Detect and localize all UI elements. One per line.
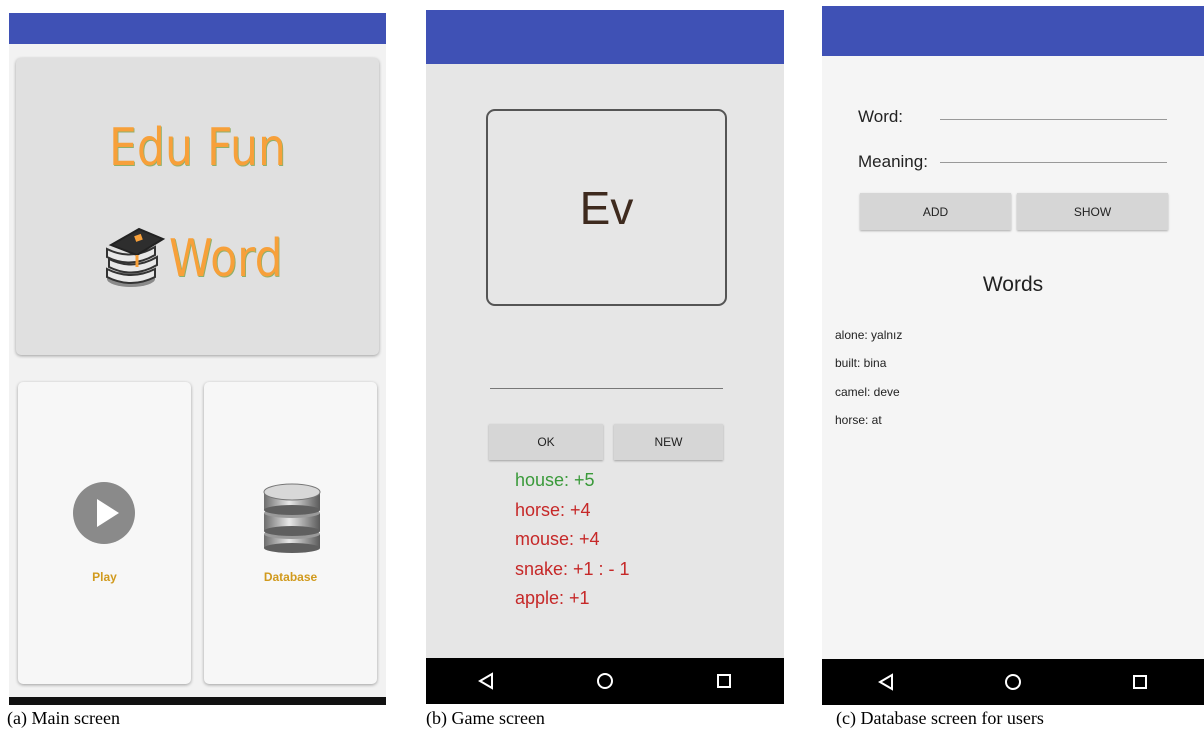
score-item: house: +5 — [515, 470, 595, 490]
back-icon[interactable] — [866, 667, 906, 697]
current-word: Ev — [486, 109, 727, 306]
app-bar — [426, 10, 784, 64]
word-input[interactable] — [940, 119, 1167, 120]
navigation-bar — [426, 658, 784, 704]
caption-database-screen: (c) Database screen for users — [836, 708, 1044, 728]
list-item: built: bina — [835, 356, 887, 371]
logo-title: Edu Fun — [108, 118, 287, 178]
score-item: apple: +1 — [515, 588, 590, 608]
list-item: camel: deve — [835, 384, 900, 399]
database-label: Database — [263, 570, 318, 584]
list-item: horse: at — [835, 412, 882, 427]
show-button[interactable]: SHOW — [1017, 193, 1168, 230]
answer-input[interactable] — [490, 388, 723, 389]
app-bar — [822, 6, 1204, 56]
play-icon — [72, 481, 136, 550]
score-item: mouse: +4 — [515, 529, 600, 549]
bottom-strip — [9, 697, 386, 705]
meaning-input[interactable] — [940, 162, 1167, 163]
navigation-bar — [822, 659, 1204, 705]
list-item: alone: yalnız — [835, 328, 903, 342]
caption-main-screen: (a) Main screen — [7, 708, 120, 728]
recents-icon[interactable] — [1120, 667, 1160, 697]
books-icon — [103, 221, 167, 296]
add-button[interactable]: ADD — [860, 193, 1011, 230]
main-screen: Edu Fun Word Play Database — [9, 13, 386, 705]
word-list: alone: yalnız built: bina camel: deve ho… — [835, 321, 902, 434]
logo-card: Edu Fun Word — [16, 58, 379, 355]
words-title: Words — [982, 273, 1044, 296]
recents-icon[interactable] — [704, 666, 744, 696]
word-label: Word: — [858, 107, 904, 126]
game-screen: Ev OK NEW house: +5 horse: +4 mouse: +4 … — [426, 10, 784, 704]
meaning-label: Meaning: — [858, 152, 928, 171]
score-list: house: +5 horse: +4 mouse: +4 snake: +1 … — [515, 466, 630, 614]
ok-button[interactable]: OK — [489, 424, 603, 460]
app-bar — [9, 13, 386, 44]
back-icon[interactable] — [466, 666, 506, 696]
home-icon[interactable] — [585, 666, 625, 696]
caption-game-screen: (b) Game screen — [426, 708, 545, 728]
play-label: Play — [92, 570, 117, 584]
score-item: horse: +4 — [515, 499, 591, 520]
database-icon — [262, 480, 322, 559]
database-button[interactable]: Database — [204, 382, 377, 684]
play-button[interactable]: Play — [18, 382, 191, 684]
new-button[interactable]: NEW — [614, 424, 723, 460]
database-screen: Word: Meaning: ADD SHOW Words alone: yal… — [822, 6, 1204, 705]
logo-word: Word — [168, 228, 283, 289]
home-icon[interactable] — [993, 667, 1033, 697]
score-item: snake: +1 : - 1 — [515, 558, 630, 579]
